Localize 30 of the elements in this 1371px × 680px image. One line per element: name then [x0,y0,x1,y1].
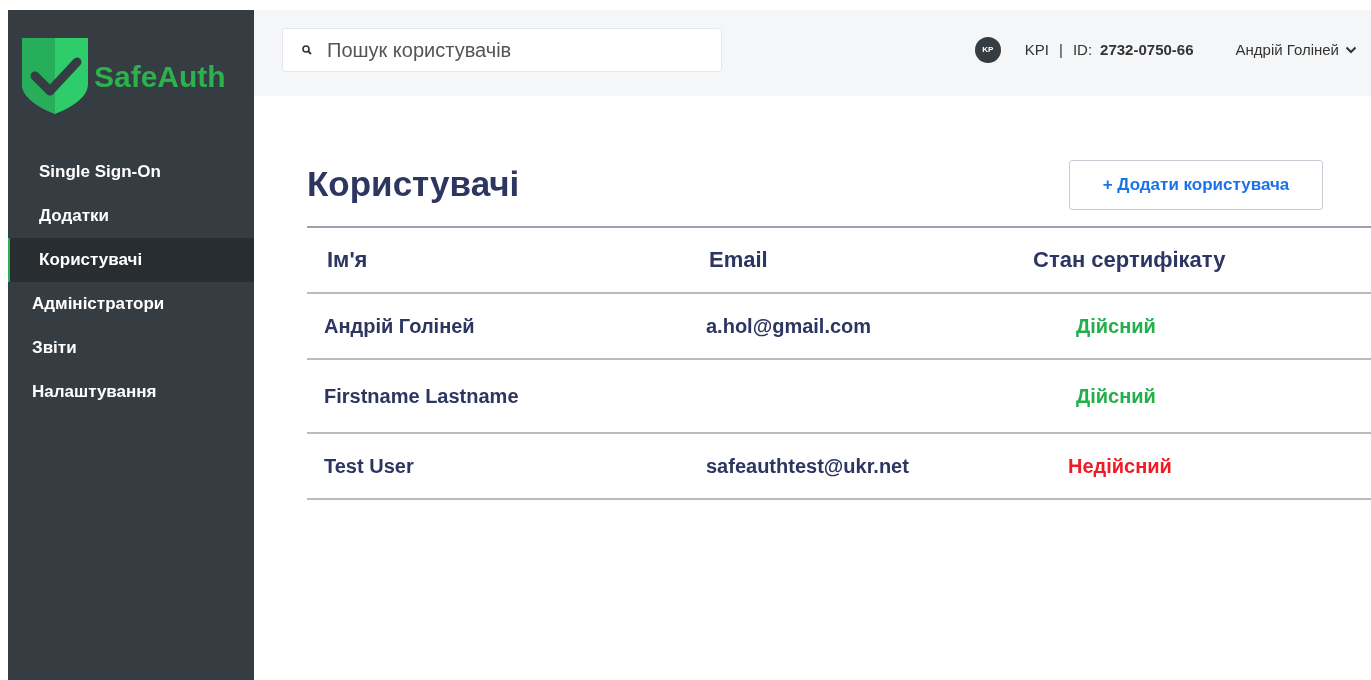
table-cell-text: a.hol@gmail.com [706,313,873,339]
chevron-down-icon [1345,46,1357,54]
table-cell-text: Андрій Голіней [324,313,476,339]
search-field[interactable]: Пошук користувачів [282,28,722,72]
column-header: Ім'я [327,246,369,274]
add-user-button[interactable]: + Додати користувача [1069,160,1323,210]
table-cell-text: Firstname Lastname [324,383,520,409]
brand-name: SafeAuth [94,58,226,95]
table-cell-text: Test User [324,453,415,479]
user-menu[interactable]: Андрій Голіней [1235,38,1357,62]
sidebar-item[interactable]: Single Sign-On [8,150,254,194]
column-header: Email [709,246,769,274]
table-cell-text: safeauthtest@ukr.net [706,453,910,479]
sidebar-item[interactable]: Користувачі [8,238,254,282]
status-text: Дійсний [1075,313,1157,339]
org-name: KPI [1024,39,1049,60]
id-value: 2732-0750-66 [1100,39,1194,60]
sidebar-item[interactable]: Звіти [8,326,254,370]
org-avatar: KP [974,37,1001,63]
shield-check-icon [20,36,90,116]
sidebar-item[interactable]: Адміністратори [8,282,254,326]
id-label: ID: [1072,39,1093,60]
search-icon [302,45,312,55]
sidebar-item[interactable]: Додатки [8,194,254,238]
status-text: Недійсний [1067,453,1173,479]
sidebar-item[interactable]: Налаштування [8,370,254,414]
page-title: Користувачі [307,163,520,205]
status-text: Дійсний [1075,383,1157,409]
separator-text: | [1059,39,1063,60]
column-header: Стан сертифікату [1033,246,1227,274]
